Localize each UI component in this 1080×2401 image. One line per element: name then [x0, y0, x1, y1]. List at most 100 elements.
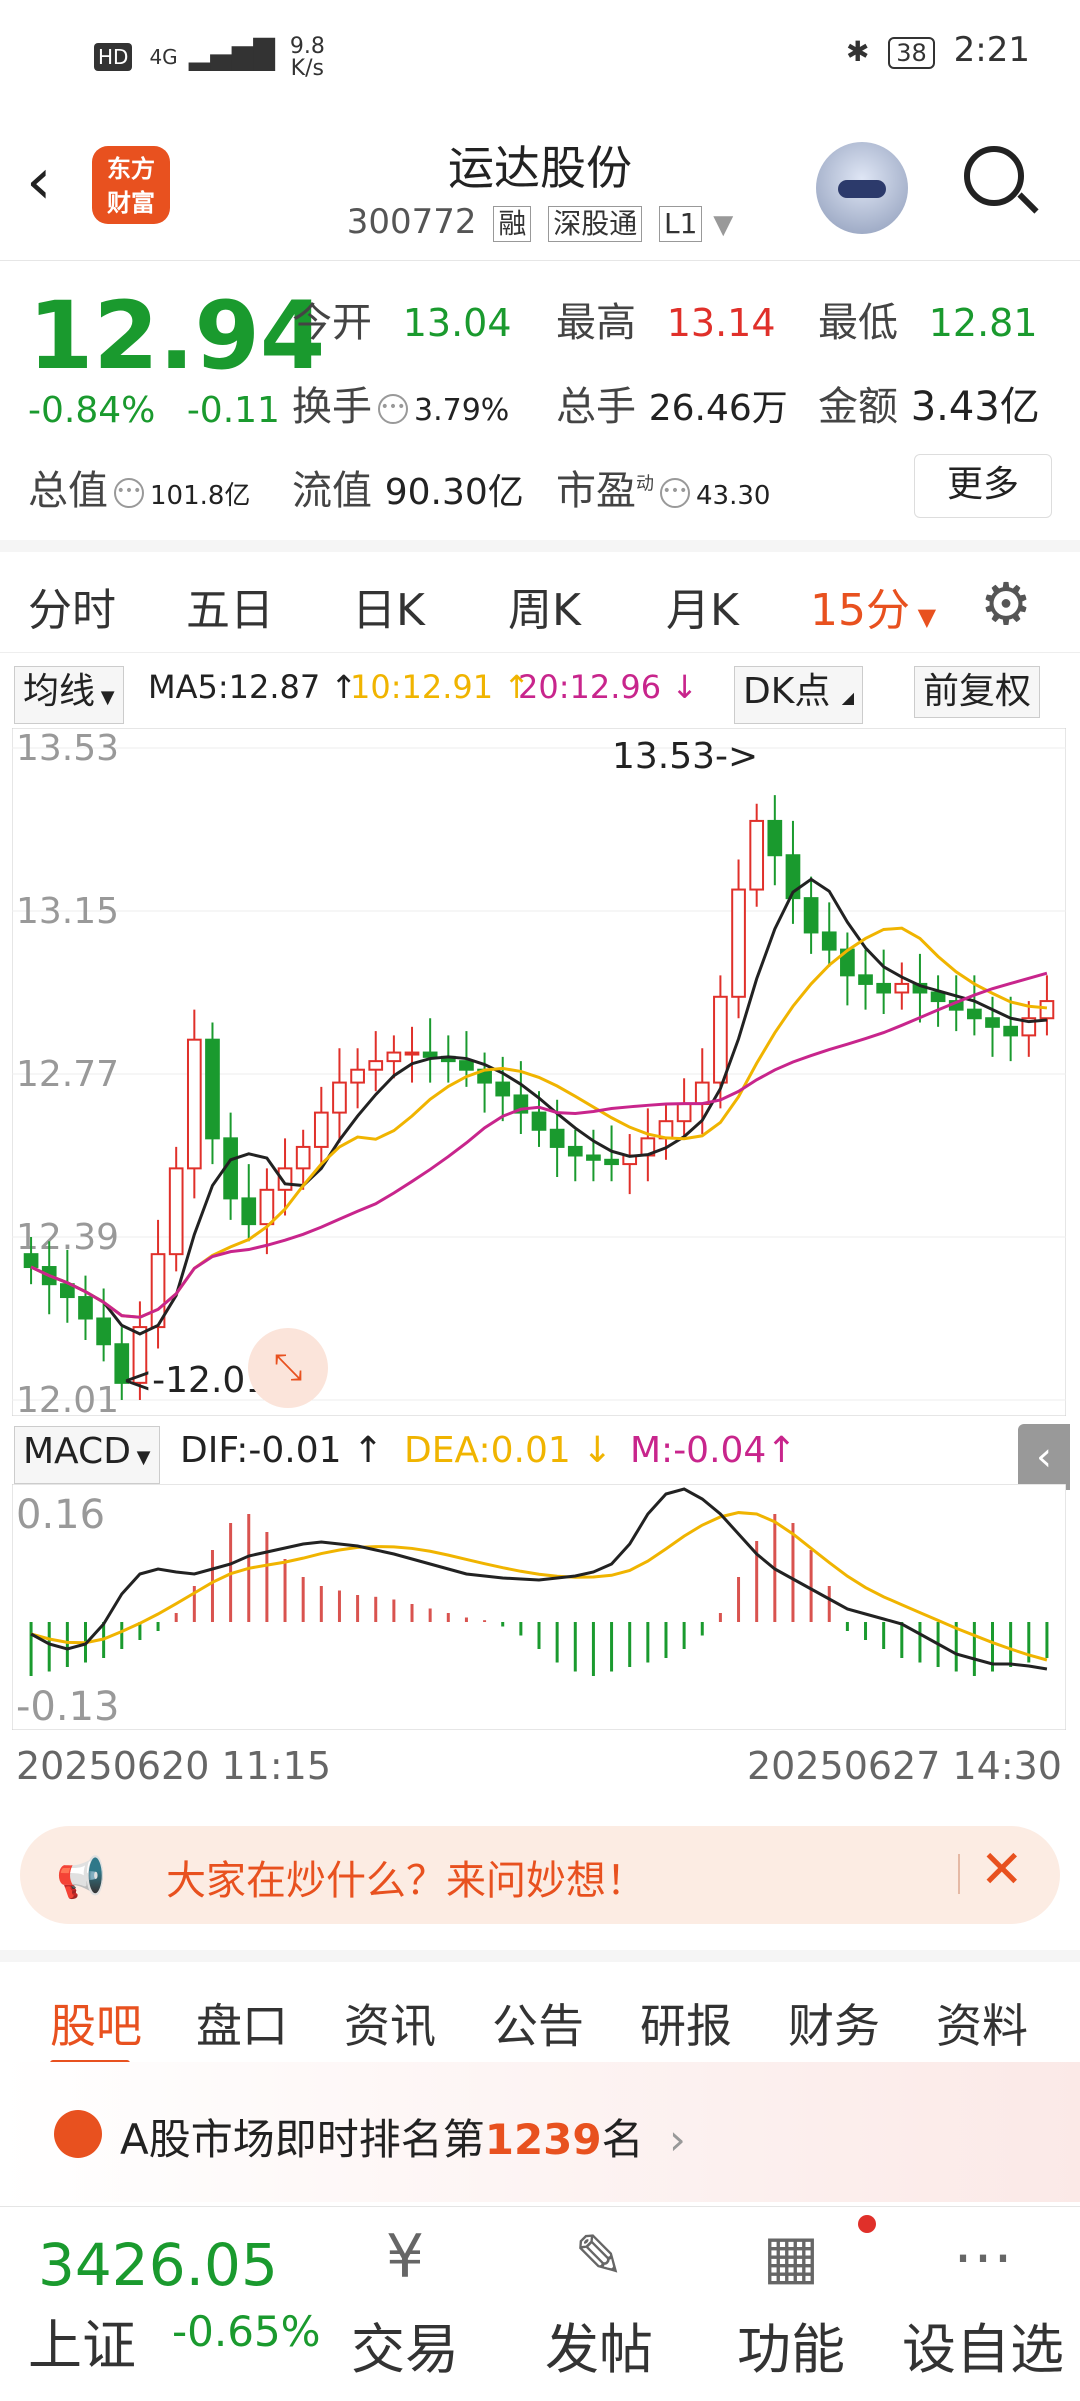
tag-margin: 融 — [493, 206, 532, 242]
candle-body — [332, 1081, 347, 1114]
macd-y-bottom: -0.13 — [16, 1684, 120, 1730]
info-icon[interactable]: ••• — [660, 478, 690, 508]
bottom-bar: 3426.05 上证 -0.65% ¥ 交易 ✎ 发帖 ▦ 功能 ⋯ 设自选 — [0, 2206, 1080, 2401]
more-dots-icon: ⋯ — [953, 2222, 1013, 2292]
tab-weekly-k[interactable]: 周K — [508, 574, 581, 638]
candle-body — [350, 1068, 365, 1084]
kline-chart[interactable]: 13.53 13.15 12.77 12.39 12.01 13.53-> <-12.01 … — [11, 727, 1067, 1421]
last-price: 12.94 — [28, 282, 326, 391]
tab-announcements[interactable]: 公告 — [492, 1990, 584, 2056]
status-right: ✱ 38 2:21 — [846, 30, 1030, 70]
nav-watchlist[interactable]: ⋯ 设自选 — [898, 2217, 1068, 2384]
candle-body — [749, 819, 765, 891]
content-tabs: 股吧 盘口 资讯 公告 研报 财务 资料 — [0, 1950, 1080, 2072]
dropdown-icon: ▼ — [130, 1447, 151, 1468]
index-name[interactable]: 上证 — [28, 2301, 136, 2380]
tab-pankou[interactable]: 盘口 — [196, 1990, 288, 2056]
status-bar: HD 4G ▂▄▆█ 9.8 K/s ✱ 38 2:21 — [0, 0, 1080, 110]
candle-body — [459, 1060, 474, 1071]
pe-value: 43.30 — [696, 481, 771, 511]
banner-text: 大家在炒什么？来问妙想！ — [166, 1858, 646, 1904]
nav-post[interactable]: ✎ 发帖 — [514, 2217, 684, 2384]
tab-five-day[interactable]: 五日 — [186, 574, 274, 638]
dropdown-icon: ▼ — [910, 603, 937, 631]
float-stat: 流值 90.30亿 — [292, 468, 524, 514]
index-value[interactable]: 3426.05 — [38, 2231, 278, 2299]
info-icon[interactable]: ••• — [378, 394, 408, 424]
change-row: -0.84% -0.11 — [28, 390, 280, 431]
candle-body — [676, 1103, 692, 1123]
speed-unit: K/s — [290, 56, 324, 81]
nav-functions[interactable]: ▦ 功能 — [706, 2217, 876, 2384]
m-label: M:-0.04↑ — [630, 1430, 797, 1471]
ma20-label: 20:12.96 ↓ — [518, 668, 699, 706]
candle-body — [713, 995, 728, 1084]
rank-number: 1239 — [484, 2115, 602, 2164]
tab-monthly-k[interactable]: 月K — [666, 574, 739, 638]
hd-icon: HD — [94, 43, 133, 71]
macd-chart[interactable]: 0.16 -0.13 — [11, 1483, 1067, 1731]
expand-icon[interactable]: ⤡ — [248, 1328, 328, 1408]
nav-trade[interactable]: ¥ 交易 — [320, 2217, 490, 2384]
tab-news[interactable]: 资讯 — [344, 1990, 436, 2056]
change-percent: -0.84% — [28, 390, 156, 431]
candle-body — [368, 1060, 384, 1071]
tab-daily-k[interactable]: 日K — [352, 574, 425, 638]
collapse-left-icon[interactable]: ‹ — [1018, 1424, 1070, 1490]
candle-body — [821, 931, 837, 951]
signal-icon: ▂▄▆█ — [188, 38, 275, 71]
candle-body — [731, 888, 746, 998]
open-value: 13.04 — [402, 301, 512, 345]
info-icon[interactable]: ••• — [114, 478, 144, 508]
gear-icon[interactable]: ⚙ — [980, 570, 1032, 638]
period-tabs: 分时 五日 日K 周K 月K 15分 ▼ ⚙ — [0, 552, 1080, 653]
close-icon[interactable]: ✕ — [980, 1840, 1024, 1900]
edit-icon: ✎ — [573, 2222, 625, 2292]
candle-body — [876, 982, 892, 994]
end-date: 20250627 14:30 — [746, 1744, 1062, 1788]
amount-stat: 金额 3.43亿 — [818, 384, 1040, 430]
dropdown-icon: ▼ — [95, 687, 115, 708]
macd-selector[interactable]: MACD ▼ — [14, 1426, 160, 1484]
tab-finance[interactable]: 财务 — [788, 1990, 880, 2056]
candle-body — [386, 1051, 402, 1063]
tab-profile[interactable]: 资料 — [936, 1990, 1028, 2056]
low-stat: 最低 12.81 — [818, 300, 1038, 346]
notification-dot — [858, 2215, 876, 2233]
macd-svg: 0.16 -0.13 — [11, 1483, 1067, 1731]
bluetooth-icon: ✱ — [846, 35, 870, 68]
dif-label: DIF:-0.01 ↑ — [180, 1430, 384, 1471]
candle-body — [168, 1167, 184, 1256]
candle-body — [241, 1197, 257, 1226]
candle-body — [495, 1081, 511, 1097]
y-tick-label: 13.53 — [16, 728, 119, 769]
candle-body — [694, 1081, 710, 1106]
candle-body — [586, 1154, 601, 1161]
divider — [958, 1854, 960, 1894]
assistant-avatar-icon[interactable] — [816, 142, 908, 234]
candle-body — [205, 1038, 220, 1140]
dk-point-button[interactable]: DK点 ◢ — [734, 666, 864, 724]
y-tick-label: 12.01 — [16, 1380, 119, 1416]
quote-panel: 12.94 -0.84% -0.11 今开 13.04 最高 13.14 最低 … — [0, 260, 1080, 552]
rank-row[interactable]: A股市场即时排名第1239名 › — [0, 2062, 1080, 2202]
tab-guba[interactable]: 股吧 — [50, 1990, 142, 2056]
candle-body — [894, 982, 910, 994]
tab-intraday[interactable]: 分时 — [28, 574, 116, 638]
adjust-button[interactable]: 前复权 — [914, 666, 1041, 718]
status-left: HD 4G ▂▄▆█ 9.8 K/s — [94, 36, 325, 80]
more-button[interactable]: 更多 — [914, 454, 1052, 518]
stock-subtitle[interactable]: 300772 融 深股通 L1 ▼ — [0, 202, 1080, 242]
tab-research[interactable]: 研报 — [640, 1990, 732, 2056]
ask-banner[interactable]: 📢 大家在炒什么？来问妙想！ ✕ — [20, 1826, 1060, 1924]
tab-15min[interactable]: 15分 ▼ — [810, 574, 936, 638]
dea-label: DEA:0.01 ↓ — [404, 1430, 613, 1471]
high-annotation: 13.53-> — [612, 736, 758, 777]
ma-selector[interactable]: 均线 ▼ — [14, 666, 124, 724]
search-icon[interactable] — [964, 146, 1024, 206]
macd-indicator-row: MACD ▼ DIF:-0.01 ↑ DEA:0.01 ↓ M:-0.04↑ ‹ — [0, 1424, 1080, 1490]
float-value: 90.30亿 — [384, 472, 524, 513]
candle-body — [858, 974, 873, 985]
y-tick-label: 13.15 — [16, 891, 119, 932]
macd-y-top: 0.16 — [16, 1492, 105, 1538]
